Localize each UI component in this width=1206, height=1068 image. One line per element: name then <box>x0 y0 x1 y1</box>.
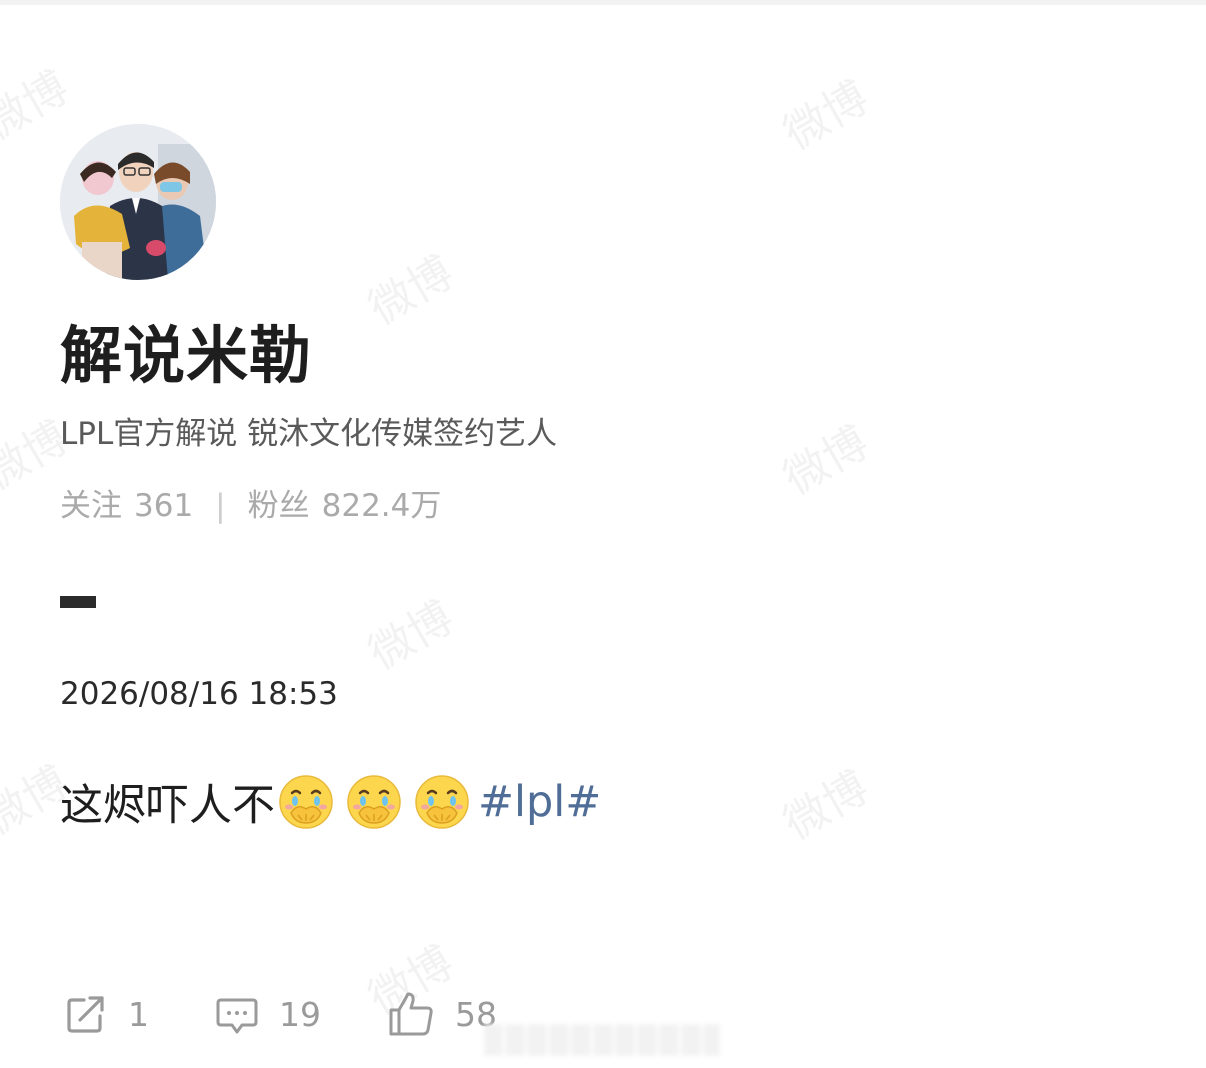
watermark: 微博 <box>775 761 878 850</box>
top-shade <box>0 0 1206 5</box>
topic-hashtag-link[interactable]: #lpl# <box>478 777 601 827</box>
section-divider <box>60 596 96 608</box>
post-content: 这烬吓人不 #lpl# <box>60 770 601 834</box>
watermark: 微博 <box>0 61 78 150</box>
watermark: 微博 <box>360 591 463 680</box>
comment-icon <box>216 998 258 1034</box>
repost-count: 1 <box>128 994 149 1034</box>
cover-mouth-crying-emoji-icon <box>279 775 333 829</box>
repost-icon <box>67 996 104 1033</box>
cover-mouth-crying-emoji-icon <box>347 775 401 829</box>
cover-mouth-crying-emoji-icon <box>415 775 469 829</box>
like-button[interactable]: 58 <box>387 990 497 1038</box>
comment-button[interactable]: 19 <box>215 992 321 1036</box>
watermark: 微博 <box>775 416 878 505</box>
stats-separator: | <box>215 488 226 524</box>
blurred-overlay <box>484 1024 720 1056</box>
watermark: 微博 <box>775 71 878 160</box>
profile-bio: LPL官方解说 锐沐文化传媒签约艺人 <box>60 416 558 452</box>
post-timestamp: 2026/08/16 18:53 <box>60 676 338 712</box>
followers-count[interactable]: 822.4万 <box>322 486 442 526</box>
followers-label: 粉丝 <box>247 488 310 524</box>
thumbs-up-icon <box>389 992 433 1036</box>
following-label: 关注 <box>60 488 122 524</box>
profile-name: 解说米勒 <box>60 319 313 392</box>
post-text: 这烬吓人不 <box>60 781 275 831</box>
profile-photo-avatar-icon <box>60 124 216 280</box>
avatar[interactable] <box>60 124 216 280</box>
repost-button[interactable]: 1 <box>64 992 149 1036</box>
following-count[interactable]: 361 <box>134 486 193 526</box>
watermark: 微博 <box>360 246 463 335</box>
profile-stats: 关注 361 | 粉丝 822.4万 <box>60 486 441 526</box>
comment-count: 19 <box>279 994 321 1034</box>
